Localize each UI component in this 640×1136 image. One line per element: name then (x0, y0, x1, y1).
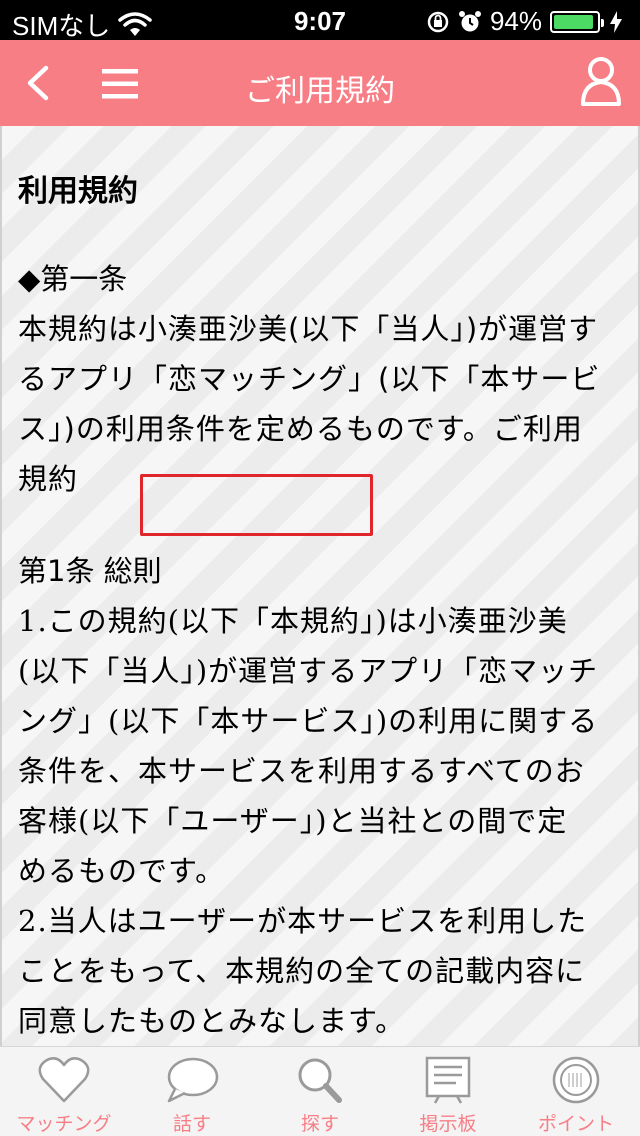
section-1-line: 条件を、本サービスを利用するすべてのお (18, 754, 585, 788)
tab-label: 探す (300, 1113, 339, 1135)
article-1-line: ス」)の利用条件を定めるものです。ご利用 (18, 412, 583, 446)
alarm-icon (458, 10, 481, 31)
article-1-line: るアプリ「恋マッチング」(以下「本サービ (18, 362, 601, 396)
section-1-line: 1.この規約(以下「本規約」)は小湊亜沙美 (18, 604, 568, 638)
tab-label: ポイント (537, 1113, 614, 1135)
section-1-line: (以下「当人」)が運営するアプリ「恋マッチ (18, 654, 599, 688)
bulletin-board-icon (425, 1056, 471, 1104)
section-1-line: 同意したものとみなします。 (18, 1004, 406, 1038)
magnifier-icon (298, 1058, 342, 1103)
terms-content[interactable]: 利用規約 ◆第一条 本規約は小湊亜沙美(以下「当人」)が運営す るアプリ「恋マッ… (0, 126, 640, 1046)
section-1-line: 客様(以下「ユーザー」)と当社との間で定 (18, 804, 568, 838)
speech-bubble-icon (167, 1057, 219, 1103)
page-title: ご利用規約 (245, 74, 395, 109)
tab-label: 掲示板 (419, 1113, 477, 1135)
section-1-heading: 第1条 総則 (18, 554, 162, 588)
article-1-line: 規約 (18, 462, 79, 496)
tab-points[interactable]: ポイント (512, 1047, 640, 1136)
nav-bar: ご利用規約 (0, 40, 640, 126)
charging-icon (610, 10, 622, 33)
battery-percent: 94% (489, 6, 542, 36)
tab-label: マッチング (16, 1113, 112, 1135)
section-1-line: ことをもって、本規約の全ての記載内容に (18, 954, 586, 988)
doc-title: 利用規約 (18, 174, 138, 209)
tab-board[interactable]: 掲示板 (384, 1047, 512, 1136)
tab-search[interactable]: 探す (256, 1047, 384, 1136)
article-1-line: 本規約は小湊亜沙美(以下「当人」)が運営す (18, 312, 599, 346)
section-1-line: 2.当人はユーザーが本サービスを利用した (18, 904, 588, 938)
orientation-lock-icon (427, 11, 449, 32)
coin-icon (552, 1056, 600, 1104)
terms-body: 利用規約 ◆第一条 本規約は小湊亜沙美(以下「当人」)が運営す るアプリ「恋マッ… (18, 170, 622, 1046)
tab-label: 話す (172, 1113, 211, 1135)
tab-bar: マッチング 話す 探す 掲示板 ポイント (0, 1046, 640, 1136)
tab-talk[interactable]: 話す (128, 1047, 256, 1136)
heart-icon (38, 1057, 90, 1103)
article-1-heading: ◆第一条 (18, 262, 128, 296)
user-icon[interactable] (580, 56, 622, 106)
status-bar: SIMなし 9:07 94% (0, 0, 640, 41)
tab-matching[interactable]: マッチング (0, 1047, 128, 1136)
status-right: 94% (426, 6, 630, 37)
section-1-line: めるものです。 (18, 854, 226, 888)
section-1-line: ング」(以下「本サービス」)の利用に関する (18, 704, 599, 738)
battery-icon (550, 10, 604, 33)
